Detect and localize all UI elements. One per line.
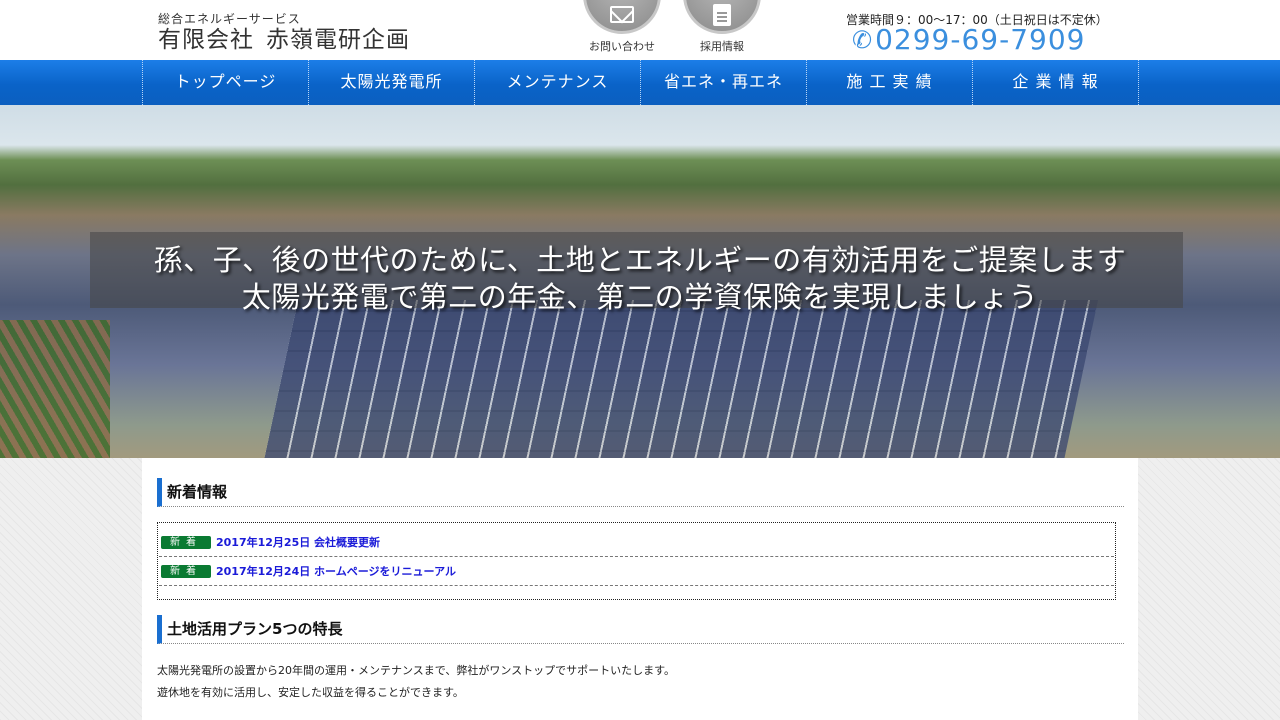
logo-company-type: 有限会社 (158, 27, 254, 53)
phone-number-text: 0299-69-7909 (875, 23, 1086, 56)
nav-item-energy-saving[interactable]: 省エネ・再エネ (641, 60, 807, 105)
new-badge: 新着 (161, 536, 211, 549)
nav-list: トップページ 太陽光発電所 メンテナンス 省エネ・再エネ 施 工 実 績 企 業… (142, 60, 1139, 105)
contact-button[interactable]: お問い合わせ (582, 0, 662, 60)
news-item-text[interactable]: 2017年12月25日 会社概要更新 (216, 535, 380, 550)
hero-caption-line1: 孫、子、後の世代のために、土地とエネルギーの有効活用をご提案します (153, 243, 1127, 277)
hero-field-decoration (0, 320, 110, 458)
phone-number[interactable]: ✆0299-69-7909 (852, 23, 1085, 57)
contact-label: お問い合わせ (589, 40, 655, 53)
logo-subtitle: 総合エネルギーサービス (158, 12, 301, 26)
phone-icon: ✆ (852, 26, 874, 54)
hero-banner: 孫、子、後の世代のために、土地とエネルギーの有効活用をご提案します 太陽光発電で… (0, 105, 1280, 458)
news-item[interactable]: 新着 2017年12月24日 ホームページをリニューアル (159, 557, 1114, 586)
recruit-label: 採用情報 (700, 40, 744, 53)
logo-company-name: 赤嶺電研企画 (266, 27, 410, 53)
main-content: 新着情報 新着 2017年12月25日 会社概要更新 新着 2017年12月24… (142, 458, 1138, 720)
new-badge: 新着 (161, 565, 211, 578)
site-logo[interactable]: 総合エネルギーサービス 有限会社 赤嶺電研企画 (158, 12, 410, 54)
plan-description-line1: 太陽光発電所の設置から20年間の運用・メンテナンスまで、弊社がワンストップでサポ… (157, 664, 676, 677)
nav-item-solar-plant[interactable]: 太陽光発電所 (309, 60, 475, 105)
nav-item-maintenance[interactable]: メンテナンス (475, 60, 641, 105)
plan-section-title: 土地活用プラン5つの特長 (157, 615, 1124, 644)
news-item-text[interactable]: 2017年12月24日 ホームページをリニューアル (216, 564, 456, 579)
logo-title: 有限会社 赤嶺電研企画 (158, 26, 410, 54)
recruit-button[interactable]: 採用情報 (682, 0, 762, 60)
news-list: 新着 2017年12月25日 会社概要更新 新着 2017年12月24日 ホーム… (157, 522, 1116, 600)
nav-item-works[interactable]: 施 工 実 績 (807, 60, 973, 105)
nav-item-company[interactable]: 企 業 情 報 (973, 60, 1139, 105)
nav-item-top[interactable]: トップページ (143, 60, 309, 105)
mail-icon (610, 6, 634, 23)
plan-description-line2: 遊休地を有効に活用し、安定した収益を得ることができます。 (157, 686, 464, 699)
plan-description: 太陽光発電所の設置から20年間の運用・メンテナンスまで、弊社がワンストップでサポ… (157, 660, 675, 704)
news-section-title: 新着情報 (157, 478, 1124, 507)
site-header: 総合エネルギーサービス 有限会社 赤嶺電研企画 お問い合わせ 採用情報 営業時間９… (0, 0, 1280, 60)
hero-caption-line2: 太陽光発電で第二の年金、第二の学資保険を実現しましょう (241, 280, 1039, 314)
news-item[interactable]: 新着 2017年12月25日 会社概要更新 (159, 528, 1114, 557)
document-icon (713, 4, 731, 26)
main-nav: トップページ 太陽光発電所 メンテナンス 省エネ・再エネ 施 工 実 績 企 業… (0, 60, 1280, 105)
hero-solar-panels (261, 300, 1099, 458)
